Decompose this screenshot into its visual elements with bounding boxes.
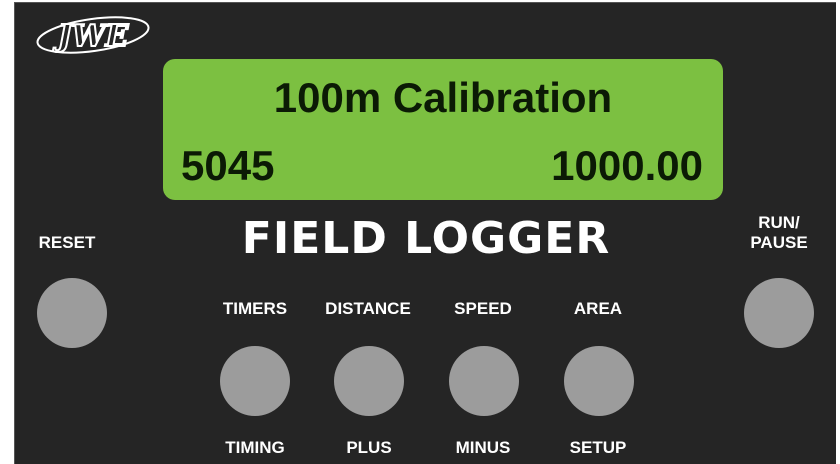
run-pause-label: RUN/ PAUSE bbox=[750, 213, 808, 252]
brand-title: FIELD LOGGER bbox=[241, 213, 611, 264]
lcd-title: 100m Calibration bbox=[273, 74, 613, 121]
svg-text:JWE: JWE bbox=[53, 19, 130, 54]
device-panel: JWE 100m Calibration 5045 1000.00 FIELD … bbox=[14, 2, 836, 464]
distance-label: DISTANCE bbox=[325, 299, 411, 318]
reset-label: RESET bbox=[38, 233, 96, 252]
lcd-left-value: 5045 bbox=[181, 142, 275, 189]
area-label: AREA bbox=[573, 299, 623, 318]
speed-button[interactable] bbox=[449, 346, 519, 416]
timing-label: TIMING bbox=[225, 438, 285, 457]
distance-button[interactable] bbox=[334, 346, 404, 416]
setup-label: SETUP bbox=[569, 438, 627, 457]
jwe-logo: JWE bbox=[36, 16, 150, 55]
minus-label: MINUS bbox=[455, 438, 511, 457]
speed-label: SPEED bbox=[454, 299, 512, 318]
lcd-display: 100m Calibration 5045 1000.00 bbox=[163, 59, 723, 200]
run-pause-button[interactable] bbox=[744, 278, 814, 348]
timers-label: TIMERS bbox=[222, 299, 288, 318]
reset-button[interactable] bbox=[37, 278, 107, 348]
lcd-right-value: 1000.00 bbox=[551, 142, 703, 189]
area-button[interactable] bbox=[564, 346, 634, 416]
timers-button[interactable] bbox=[220, 346, 290, 416]
plus-label: PLUS bbox=[346, 438, 392, 457]
